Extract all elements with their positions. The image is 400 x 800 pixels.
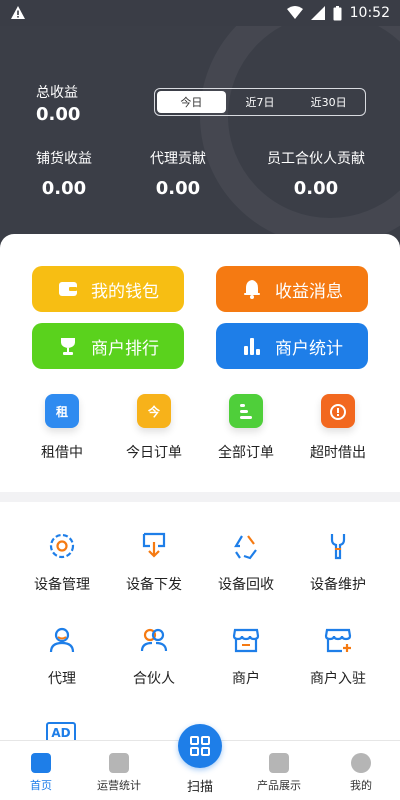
quick-label: 租借中 (41, 445, 83, 461)
store-add-icon (324, 628, 352, 653)
quick-all-orders[interactable]: 全部订单 (200, 394, 292, 462)
recycle-icon (234, 535, 257, 560)
quick-renting[interactable]: 租 租借中 (16, 394, 108, 462)
tab-today[interactable]: 今日 (157, 91, 226, 113)
merchant-ranking-button[interactable]: 商户排行 (32, 323, 184, 369)
quick-today-orders[interactable]: 今 今日订单 (108, 394, 200, 462)
total-income-value: 0.00 (36, 104, 81, 125)
nav-home[interactable]: 首页 (6, 749, 76, 793)
gear-icon (49, 533, 75, 559)
grid-partner[interactable]: 合伙人 (108, 624, 200, 688)
header-decoration (200, 26, 400, 240)
status-time: 10:52 (349, 5, 390, 21)
grid-device-dispatch[interactable]: 设备下发 (108, 530, 200, 594)
download-tray-icon (142, 532, 166, 558)
wrench-icon (330, 534, 346, 560)
period-segmented-control: 今日 近7日 近30日 (154, 88, 366, 116)
grid-label: 设备维护 (310, 577, 366, 593)
grid-label: 商户 (232, 671, 260, 687)
store-icon (232, 628, 260, 653)
products-icon (269, 753, 289, 773)
grid-device-maintenance[interactable]: 设备维护 (292, 530, 384, 594)
my-wallet-label: 我的钱包 (91, 281, 159, 302)
status-bar: 10:52 (0, 0, 400, 26)
nav-operations-stats[interactable]: 运营统计 (84, 749, 154, 793)
nav-products[interactable]: 产品展示 (244, 749, 314, 793)
tab-7days[interactable]: 近7日 (226, 91, 295, 113)
trophy-icon (61, 338, 75, 355)
qr-scan-icon (190, 736, 210, 756)
quick-overdue[interactable]: 超时借出 (292, 394, 384, 462)
merchant-stats-label: 商户统计 (275, 338, 343, 359)
section-divider (0, 492, 400, 502)
scan-button[interactable] (178, 724, 222, 768)
bell-icon (244, 280, 260, 299)
stat-placement-income: 铺货收益 0.00 (28, 148, 100, 199)
bar-chart-icon (244, 338, 260, 355)
quick-label: 超时借出 (310, 445, 366, 461)
battery-icon (333, 5, 342, 20)
stat-partner-contribution: 员工合伙人贡献 0.00 (260, 148, 372, 199)
profile-icon (351, 753, 371, 773)
stat-label: 员工合伙人贡献 (267, 151, 365, 167)
grid-label: 设备回收 (218, 577, 274, 593)
rent-icon: 租 (45, 394, 79, 428)
grid-label: 合伙人 (133, 671, 175, 687)
nav-label: 首页 (30, 779, 52, 792)
quick-label: 全部订单 (218, 445, 274, 461)
merchant-ranking-label: 商户排行 (91, 338, 159, 359)
grid-merchant[interactable]: 商户 (200, 624, 292, 688)
partners-icon (140, 628, 168, 652)
quick-label: 今日订单 (126, 445, 182, 461)
grid-device-management[interactable]: 设备管理 (16, 530, 108, 594)
person-icon (49, 627, 75, 653)
income-messages-label: 收益消息 (275, 281, 343, 302)
scan-label: 扫描 (186, 780, 213, 795)
grid-merchant-onboarding[interactable]: 商户入驻 (292, 624, 384, 688)
nav-label: 我的 (350, 779, 372, 792)
stats-icon (109, 753, 129, 773)
earnings-header: 总收益 0.00 今日 近7日 近30日 铺货收益 0.00 代理贡献 0.00… (0, 26, 400, 240)
stat-label: 铺货收益 (36, 151, 92, 167)
nav-label: 运营统计 (97, 779, 141, 792)
merchant-stats-button[interactable]: 商户统计 (216, 323, 368, 369)
home-icon (31, 753, 51, 773)
grid-label: 代理 (48, 671, 76, 687)
nav-mine[interactable]: 我的 (326, 749, 396, 793)
list-icon (229, 394, 263, 428)
grid-label: 商户入驻 (310, 671, 366, 687)
my-wallet-button[interactable]: 我的钱包 (32, 266, 184, 312)
alarm-clock-icon (321, 394, 355, 428)
wallet-icon (59, 282, 77, 296)
calendar-icon: 今 (137, 394, 171, 428)
total-income-label: 总收益 (36, 85, 78, 101)
ad-icon[interactable]: AD (46, 722, 76, 740)
wifi-icon (286, 6, 303, 19)
grid-label: 设备下发 (126, 577, 182, 593)
tab-30days[interactable]: 近30日 (294, 91, 363, 113)
main-card: 我的钱包 收益消息 商户排行 商户统计 租 租借中 今 今日订单 全部订单 超时… (0, 234, 400, 740)
stat-label: 代理贡献 (150, 151, 206, 167)
stat-value: 0.00 (41, 178, 87, 199)
stat-value: 0.00 (293, 178, 339, 199)
nav-label: 产品展示 (257, 779, 301, 792)
income-messages-button[interactable]: 收益消息 (216, 266, 368, 312)
grid-label: 设备管理 (34, 577, 90, 593)
stat-agent-contribution: 代理贡献 0.00 (142, 148, 214, 199)
stat-value: 0.00 (155, 178, 201, 199)
warning-icon (11, 6, 25, 19)
grid-device-recycle[interactable]: 设备回收 (200, 530, 292, 594)
grid-agent[interactable]: 代理 (16, 624, 108, 688)
signal-icon (310, 6, 325, 20)
